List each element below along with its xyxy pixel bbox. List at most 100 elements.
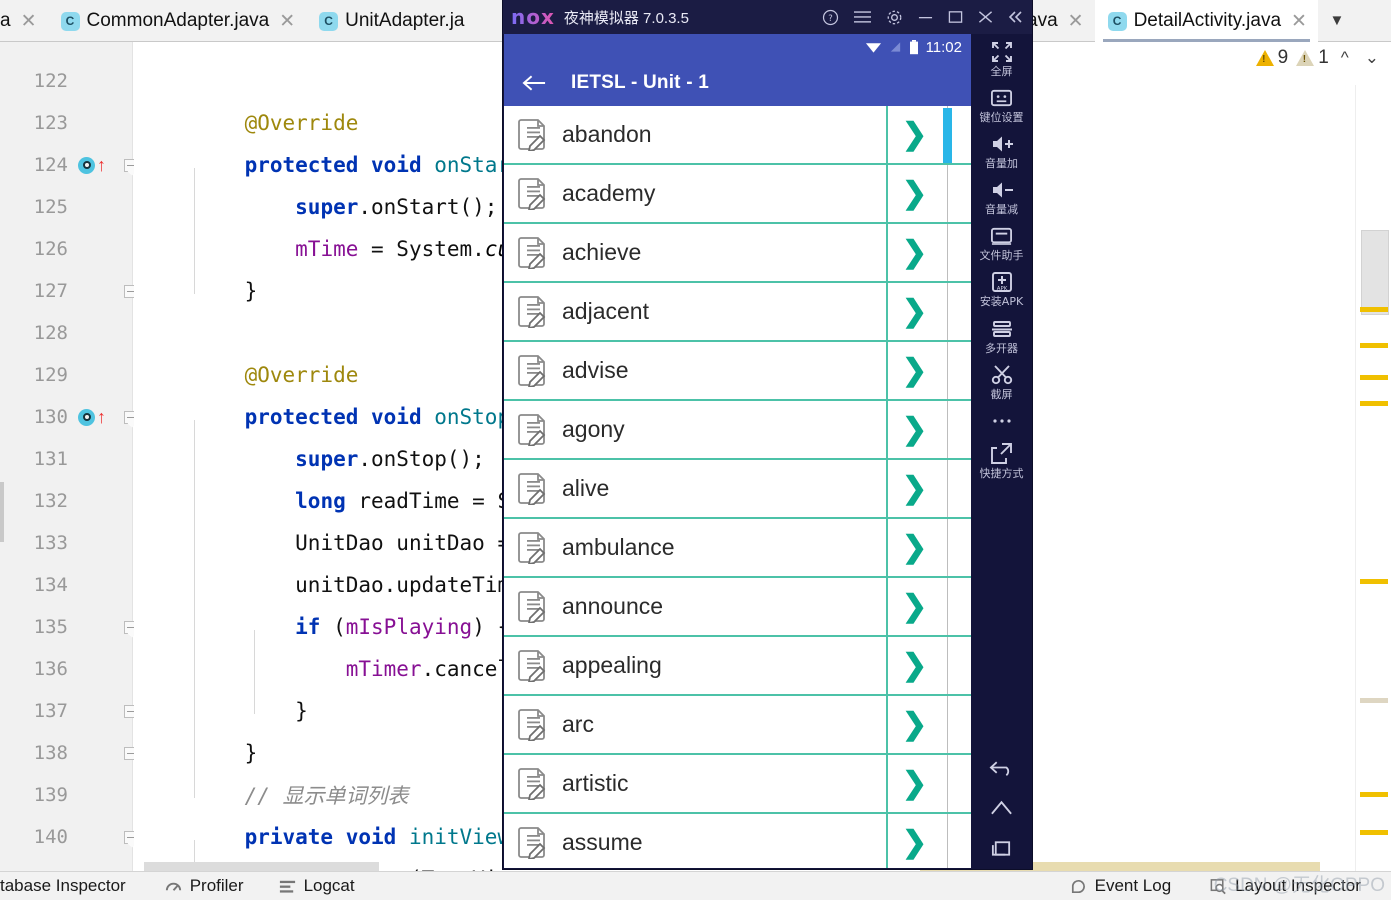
help-icon[interactable]: ? [822, 9, 839, 26]
code-line[interactable]: mTimer .cancel( [134, 648, 523, 690]
code-line[interactable]: if (mIsPlaying) { [134, 606, 510, 648]
code-line[interactable] [134, 312, 194, 354]
word-list-item[interactable]: achieve ❯ [504, 224, 971, 283]
chevron-right-icon[interactable]: ❯ [902, 591, 927, 622]
chevron-down-icon[interactable]: ▼ [1318, 0, 1356, 41]
nox-sidebar[interactable]: 全屏 键位设置 音量加 音量减 文件助手 APK 安装APK 多开器 截屏 快捷方式 [971, 34, 1032, 868]
status-item-layout-inspector[interactable]: Layout Inspector [1209, 876, 1361, 896]
close-icon[interactable]: ✕ [21, 12, 37, 31]
warning-marker[interactable] [1360, 401, 1388, 406]
close-icon[interactable]: ✕ [1291, 12, 1307, 31]
word-list-item[interactable]: abandon ❯ [504, 106, 971, 165]
gutter-line[interactable]: 140 [0, 816, 133, 858]
word-list-item[interactable]: ambulance ❯ [504, 519, 971, 578]
close-icon[interactable]: ✕ [1068, 12, 1084, 31]
chevron-right-icon[interactable]: ❯ [902, 414, 927, 445]
word-list-item[interactable]: artistic ❯ [504, 755, 971, 814]
editor-tab-4[interactable]: C DetailActivity.java ✕ [1094, 0, 1318, 42]
status-item-event-log[interactable]: Event Log [1069, 876, 1171, 896]
chevron-right-icon[interactable]: ❯ [902, 119, 927, 150]
code-line[interactable]: @Override [134, 102, 359, 144]
chevron-right-icon[interactable]: ❯ [902, 827, 927, 858]
code-line[interactable]: // 显示单词列表 [134, 774, 409, 816]
chevron-right-icon[interactable]: ❯ [902, 473, 927, 504]
editor-tab-0[interactable]: a ✕ [0, 0, 48, 42]
inspection-widget[interactable]: 9 1 ^ ⌄ [1255, 47, 1383, 69]
nox-sidebar-item[interactable]: 音量加 [971, 131, 1032, 170]
nox-nav-back-button[interactable] [971, 748, 1032, 788]
gutter-line[interactable]: 133 [0, 522, 133, 564]
horizontal-scrollbar-thumb[interactable] [144, 862, 379, 871]
nox-title-bar[interactable]: nox 夜神模拟器 7.0.3.5 ? [503, 0, 1032, 34]
warning-marker[interactable] [1360, 307, 1388, 312]
maximize-icon[interactable] [948, 10, 963, 24]
word-list-item[interactable]: agony ❯ [504, 401, 971, 460]
menu-icon[interactable] [854, 10, 871, 24]
code-line[interactable]: protected void onStop( [134, 396, 523, 438]
gutter-line[interactable]: 131 [0, 438, 133, 480]
warning-marker[interactable] [1360, 343, 1388, 348]
nox-sidebar-item[interactable]: 多开器 [971, 316, 1032, 355]
code-line[interactable]: super .onStop(); [134, 438, 485, 480]
chevron-down-icon[interactable]: ⌄ [1361, 48, 1383, 68]
word-list-item[interactable]: appealing ❯ [504, 637, 971, 696]
nox-sidebar-item[interactable] [971, 408, 1032, 434]
editor-scrollbar-markers[interactable] [1355, 85, 1391, 871]
nox-sidebar-item[interactable]: 快捷方式 [971, 441, 1032, 480]
word-list-item[interactable]: announce ❯ [504, 578, 971, 637]
nox-sidebar-item[interactable]: APK 安装APK [971, 269, 1032, 308]
chevron-right-icon[interactable]: ❯ [902, 237, 927, 268]
chevron-right-icon[interactable]: ❯ [902, 650, 927, 681]
warning-marker[interactable] [1360, 792, 1388, 797]
weak-warning-count-chip[interactable]: 1 [1296, 47, 1329, 69]
chevron-right-icon[interactable]: ❯ [902, 768, 927, 799]
warning-count-chip[interactable]: 9 [1255, 47, 1288, 69]
code-line[interactable]: } [134, 270, 258, 312]
warning-marker[interactable] [1360, 579, 1388, 584]
gutter-line[interactable]: 135 [0, 606, 133, 648]
word-list-item[interactable]: alive ❯ [504, 460, 971, 519]
status-item-profiler[interactable]: Profiler [164, 876, 244, 896]
gutter-line[interactable]: 132 [0, 480, 133, 522]
android-device-screen[interactable]: 11:02 IETSL - Unit - 1 abandon ❯ academy ❯ a… [504, 34, 971, 868]
gutter-line[interactable]: 130 ↑ [0, 396, 133, 438]
gear-icon[interactable] [886, 9, 903, 26]
code-line[interactable]: super .onStart(); [134, 186, 497, 228]
gutter-line[interactable]: 127 [0, 270, 133, 312]
word-list-item[interactable]: advise ❯ [504, 342, 971, 401]
editor-tab-1[interactable]: C CommonAdapter.java ✕ [48, 0, 307, 42]
status-item-database-inspector[interactable]: tabase Inspector [0, 876, 126, 896]
gutter-line[interactable]: 128 [0, 312, 133, 354]
chevron-right-icon[interactable]: ❯ [902, 532, 927, 563]
gutter-line[interactable]: 129 [0, 354, 133, 396]
code-line[interactable]: private void initViews [134, 816, 523, 858]
status-item-logcat[interactable]: Logcat [278, 876, 355, 896]
chevron-right-icon[interactable]: ❯ [902, 709, 927, 740]
collapse-sidebar-icon[interactable] [1008, 10, 1024, 24]
gutter-line[interactable]: 122 [0, 60, 133, 102]
gutter-line[interactable]: 125 [0, 186, 133, 228]
warning-marker[interactable] [1360, 375, 1388, 380]
gutter-line[interactable]: 134 [0, 564, 133, 606]
code-line[interactable]: } [134, 690, 308, 732]
gutter-line[interactable]: 136 [0, 648, 133, 690]
chevron-up-icon[interactable]: ^ [1337, 48, 1353, 68]
chevron-right-icon[interactable]: ❯ [902, 296, 927, 327]
warning-marker[interactable] [1360, 830, 1388, 835]
word-list-item[interactable]: academy ❯ [504, 165, 971, 224]
code-line[interactable]: UnitDao unitDao = [134, 522, 523, 564]
gutter-line[interactable]: 137 [0, 690, 133, 732]
nox-sidebar-item[interactable]: 全屏 [971, 39, 1032, 78]
minimize-icon[interactable] [918, 10, 933, 24]
override-method-icon[interactable] [78, 156, 95, 174]
code-line[interactable]: unitDao.updateTime [134, 564, 523, 606]
code-line[interactable]: long readTime = Sy [134, 480, 523, 522]
close-icon[interactable]: ✕ [279, 12, 295, 31]
chevron-right-icon[interactable]: ❯ [902, 178, 927, 209]
editor-gutter[interactable]: 122 123 124 ↑ 125 126 127 128 129 130 ↑ 131 132 133 13… [0, 42, 137, 890]
word-list-item[interactable]: adjacent ❯ [504, 283, 971, 342]
gutter-line[interactable]: 139 [0, 774, 133, 816]
chevron-right-icon[interactable]: ❯ [902, 355, 927, 386]
editor-tab-2[interactable]: C UnitAdapter.ja [306, 0, 475, 42]
close-icon[interactable] [978, 10, 993, 24]
